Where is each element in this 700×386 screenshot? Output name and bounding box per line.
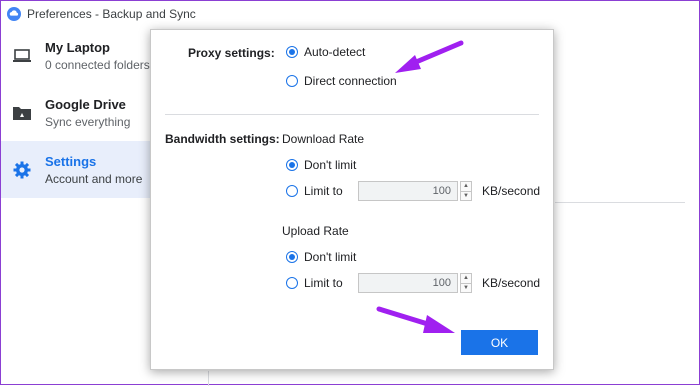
- sidebar-item-title: Settings: [45, 153, 97, 169]
- sidebar-item-title: Google Drive: [45, 96, 126, 112]
- background-divider: [555, 202, 685, 203]
- sidebar-item-subtitle: 0 connected folders: [45, 57, 150, 72]
- sidebar: My Laptop 0 connected folders Google Dri…: [1, 27, 151, 384]
- proxy-direct-connection-radio[interactable]: Direct connection: [286, 74, 397, 88]
- chevron-down-icon[interactable]: ▼: [461, 282, 471, 293]
- download-dont-limit-radio[interactable]: Don't limit: [286, 158, 356, 172]
- sidebar-item-my-laptop[interactable]: My Laptop 0 connected folders: [1, 27, 151, 84]
- gear-icon: [11, 159, 33, 181]
- radio-label: Limit to: [304, 184, 343, 198]
- sidebar-item-subtitle: Sync everything: [45, 114, 131, 129]
- sidebar-item-title: My Laptop: [45, 39, 110, 55]
- download-rate-stepper[interactable]: ▲ ▼: [460, 181, 472, 201]
- upload-rate-input[interactable]: 100: [358, 273, 458, 293]
- window-title: Preferences - Backup and Sync: [27, 7, 196, 21]
- radio-label: Don't limit: [304, 158, 357, 172]
- download-limit-to-radio[interactable]: Limit to: [286, 184, 343, 198]
- download-rate-unit: KB/second: [482, 184, 541, 198]
- upload-rate-heading: Upload Rate: [282, 224, 349, 238]
- radio-button-selected[interactable]: [286, 46, 298, 58]
- ok-button[interactable]: OK: [461, 330, 538, 355]
- radio-button[interactable]: [286, 75, 298, 87]
- background-divider: [208, 371, 209, 386]
- upload-dont-limit-radio[interactable]: Don't limit: [286, 250, 356, 264]
- sidebar-item-settings[interactable]: Settings Account and more: [1, 141, 151, 198]
- section-divider: [165, 114, 539, 115]
- radio-button-selected[interactable]: [286, 251, 298, 263]
- sidebar-item-google-drive[interactable]: Google Drive Sync everything: [1, 84, 151, 141]
- bandwidth-settings-label: Bandwidth settings:: [165, 132, 280, 146]
- drive-folder-icon: [11, 102, 33, 124]
- network-settings-dialog: Proxy settings: Auto-detect Direct conne…: [150, 29, 554, 370]
- download-rate-input[interactable]: 100: [358, 181, 458, 201]
- laptop-icon: [11, 45, 33, 67]
- radio-label: Limit to: [304, 276, 343, 290]
- upload-rate-stepper[interactable]: ▲ ▼: [460, 273, 472, 293]
- radio-button-selected[interactable]: [286, 159, 298, 171]
- sidebar-item-subtitle: Account and more: [45, 171, 143, 186]
- title-bar: Preferences - Backup and Sync: [1, 1, 699, 27]
- radio-button[interactable]: [286, 185, 298, 197]
- chevron-down-icon[interactable]: ▼: [461, 190, 471, 201]
- radio-label: Auto-detect: [304, 45, 366, 59]
- upload-limit-to-radio[interactable]: Limit to: [286, 276, 343, 290]
- upload-rate-unit: KB/second: [482, 276, 541, 290]
- radio-label: Direct connection: [304, 74, 397, 88]
- chevron-up-icon[interactable]: ▲: [461, 274, 471, 283]
- chevron-up-icon[interactable]: ▲: [461, 182, 471, 191]
- proxy-auto-detect-radio[interactable]: Auto-detect: [286, 45, 365, 59]
- preferences-window: Preferences - Backup and Sync My Laptop …: [0, 0, 700, 386]
- radio-button[interactable]: [286, 277, 298, 289]
- proxy-settings-label: Proxy settings:: [188, 46, 275, 60]
- backup-and-sync-icon: [7, 7, 21, 21]
- radio-label: Don't limit: [304, 250, 357, 264]
- download-rate-heading: Download Rate: [282, 132, 365, 146]
